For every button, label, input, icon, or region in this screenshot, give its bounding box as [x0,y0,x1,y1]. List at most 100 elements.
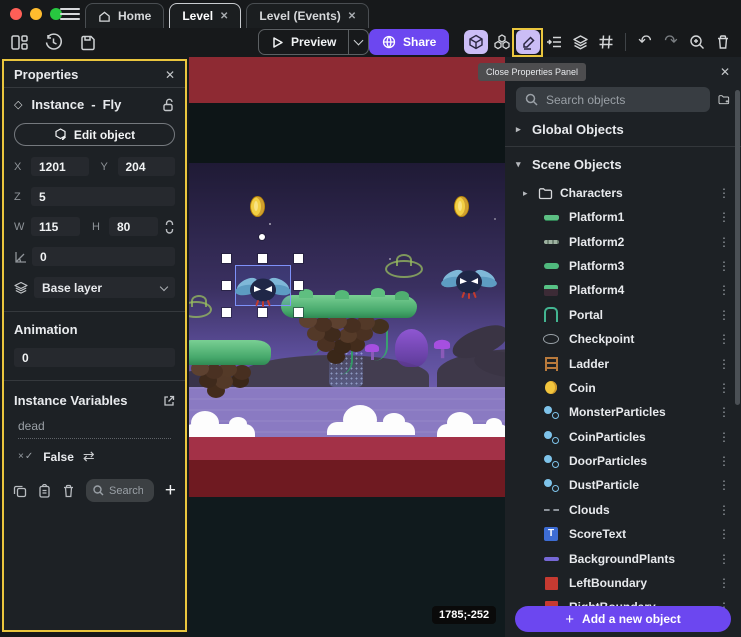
row-menu-icon[interactable]: ⋮ [718,576,730,590]
row-menu-icon[interactable]: ⋮ [718,308,730,322]
group-global-objects[interactable]: ▸ Global Objects [505,112,741,147]
resize-handle[interactable] [294,308,303,317]
grid-icon[interactable] [594,30,618,54]
row-menu-icon[interactable]: ⋮ [718,454,730,468]
object-item-portal[interactable]: Portal ⋮ [505,303,741,327]
row-menu-icon[interactable]: ⋮ [718,405,730,419]
tab-level[interactable]: Level ✕ [169,3,241,28]
close-tab-icon[interactable]: ✕ [348,11,356,22]
objects-list-icon[interactable] [542,30,566,54]
object-item-checkpoint[interactable]: Checkpoint ⋮ [505,327,741,351]
add-object-button[interactable]: + Add a new object [515,606,731,632]
save-icon[interactable] [77,32,98,53]
object-item-ladder[interactable]: Ladder ⋮ [505,351,741,375]
row-menu-icon[interactable]: ⋮ [718,235,730,249]
3d-view-icon[interactable] [464,30,488,54]
resize-handle[interactable] [222,254,231,263]
variable-value[interactable]: False [43,450,74,464]
resize-handle[interactable] [258,254,267,263]
row-menu-icon[interactable]: ⋮ [718,503,730,517]
folder-characters[interactable]: ▸ Characters ⋮ [505,181,741,205]
checkpoint-outline[interactable] [385,260,423,278]
animation-input[interactable]: 0 [14,348,175,367]
scrollbar-thumb[interactable] [735,90,740,405]
panels-layout-icon[interactable] [9,32,30,53]
edit-object-button[interactable]: Edit object [14,123,175,146]
open-variables-icon[interactable] [163,395,175,407]
row-menu-icon[interactable]: ⋮ [718,210,730,224]
object-item-scoretext[interactable]: ScoreText ⋮ [505,522,741,546]
width-input[interactable]: 115 [31,217,80,236]
object-item-coinparticles[interactable]: CoinParticles ⋮ [505,425,741,449]
object-item-platform4[interactable]: Platform4 ⋮ [505,278,741,302]
preview-dropdown-button[interactable] [348,29,368,55]
tab-home[interactable]: Home [85,3,164,28]
height-input[interactable]: 80 [109,217,158,236]
history-icon[interactable] [43,32,64,53]
zoom-in-icon[interactable] [685,30,709,54]
object-item-monsterparticles[interactable]: MonsterParticles ⋮ [505,400,741,424]
resize-handle[interactable] [294,281,303,290]
minimize-window-button[interactable] [30,8,42,20]
resize-handle[interactable] [258,308,267,317]
unlock-icon[interactable] [162,98,175,112]
copy-icon[interactable] [13,484,27,498]
object-item-platform3[interactable]: Platform3 ⋮ [505,254,741,278]
object-item-dustparticle[interactable]: DustParticle ⋮ [505,473,741,497]
row-menu-icon[interactable]: ⋮ [718,527,730,541]
variables-search[interactable] [86,479,154,502]
row-menu-icon[interactable]: ⋮ [718,478,730,492]
edit-properties-icon[interactable] [516,30,540,54]
instances-icon[interactable] [490,30,514,54]
platform-sprite[interactable] [189,340,271,365]
objects-search-input[interactable] [546,93,701,107]
row-menu-icon[interactable]: ⋮ [718,259,730,273]
y-input[interactable]: 204 [118,157,176,176]
z-input[interactable]: 5 [31,187,175,206]
x-input[interactable]: 1201 [31,157,89,176]
row-menu-icon[interactable]: ⋮ [718,332,730,346]
share-button[interactable]: Share [369,29,449,55]
resize-handle[interactable] [222,281,231,290]
row-menu-icon[interactable]: ⋮ [718,381,730,395]
layer-dropdown[interactable]: Base layer [34,277,175,298]
coin-sprite[interactable] [251,197,264,216]
preview-button[interactable]: Preview [258,29,369,55]
group-scene-objects[interactable]: ▾ Scene Objects [505,147,741,181]
layers-icon[interactable] [568,30,592,54]
rotate-handle[interactable] [259,234,265,240]
add-variable-button[interactable]: + [165,480,176,502]
object-item-coin[interactable]: Coin ⋮ [505,376,741,400]
edit-scene-events-icon[interactable] [737,30,741,54]
close-objects-panel-icon[interactable]: ✕ [720,65,730,79]
coin-sprite[interactable] [455,197,468,216]
row-menu-icon[interactable]: ⋮ [718,552,730,566]
resize-handle[interactable] [294,254,303,263]
link-dimensions-icon[interactable] [164,220,175,234]
menu-icon[interactable] [60,6,80,22]
object-item-platform2[interactable]: Platform2 ⋮ [505,229,741,253]
close-tab-icon[interactable]: ✕ [220,11,228,22]
row-menu-icon[interactable]: ⋮ [718,186,730,200]
add-folder-icon[interactable] [718,92,730,108]
object-item-clouds[interactable]: Clouds ⋮ [505,498,741,522]
close-window-button[interactable] [10,8,22,20]
toggle-variable-icon[interactable]: ⇄ [83,448,95,465]
tab-level-events[interactable]: Level (Events) ✕ [246,3,369,28]
trash-icon[interactable] [711,30,735,54]
fly-sprite[interactable] [439,262,499,302]
close-properties-icon[interactable]: ✕ [165,68,175,82]
object-item-backgroundplants[interactable]: BackgroundPlants ⋮ [505,546,741,570]
undo-icon[interactable]: ↶ [633,30,657,54]
object-item-leftboundary[interactable]: LeftBoundary ⋮ [505,571,741,595]
redo-icon[interactable]: ↷ [659,30,683,54]
variables-search-input[interactable] [109,485,143,497]
row-menu-icon[interactable]: ⋮ [718,357,730,371]
angle-input[interactable]: 0 [32,247,175,266]
fly-sprite-selected[interactable] [233,270,293,310]
object-item-doorparticles[interactable]: DoorParticles ⋮ [505,449,741,473]
row-menu-icon[interactable]: ⋮ [718,430,730,444]
row-menu-icon[interactable]: ⋮ [718,283,730,297]
object-item-platform1[interactable]: Platform1 ⋮ [505,205,741,229]
resize-handle[interactable] [222,308,231,317]
